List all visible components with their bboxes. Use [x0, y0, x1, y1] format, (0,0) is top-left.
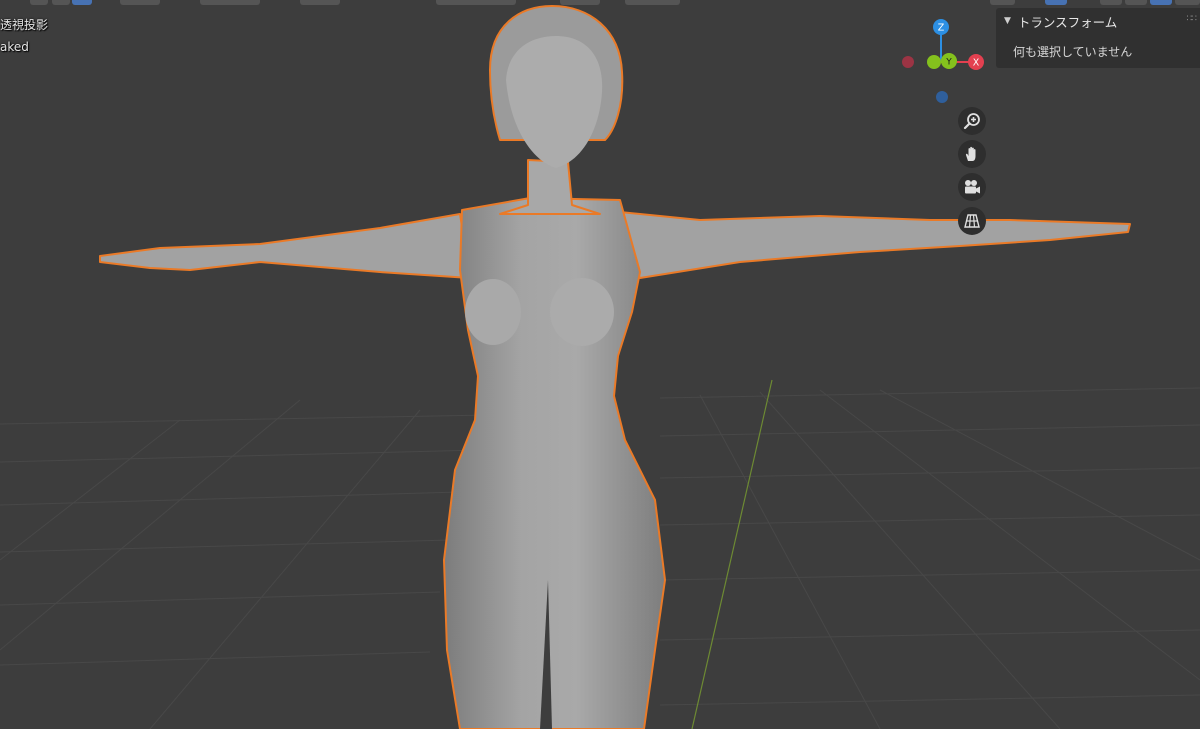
- navigation-gizmo[interactable]: Y Z X: [896, 14, 992, 110]
- toolbar-button[interactable]: [1175, 0, 1200, 5]
- toolbar-button[interactable]: [30, 0, 48, 5]
- axis-x-label: X: [973, 58, 980, 69]
- toolbar-button[interactable]: [1100, 0, 1122, 5]
- axis-y-neg-dot: [927, 55, 941, 69]
- view-projection-label: 透視投影: [0, 18, 49, 32]
- toolbar-button[interactable]: [990, 0, 1015, 5]
- transform-panel-title: トランスフォーム: [1017, 14, 1118, 30]
- axis-y-label: Y: [945, 58, 952, 68]
- toolbar-button[interactable]: [200, 0, 260, 5]
- toolbar-button[interactable]: [1150, 0, 1172, 5]
- axis-z-label: Z: [938, 23, 945, 34]
- triangle-down-icon: ▼: [1004, 16, 1011, 26]
- toolbar-button[interactable]: [300, 0, 340, 5]
- nothing-selected-message: 何も選択していません: [1013, 45, 1133, 59]
- toolbar-button[interactable]: [72, 0, 92, 5]
- toolbar-button[interactable]: [625, 0, 680, 5]
- grid-ortho-icon[interactable]: [958, 207, 986, 235]
- toolbar-button[interactable]: [120, 0, 160, 5]
- collection-object-label: aked: [0, 40, 29, 54]
- axis-neg-x-dot: [902, 56, 914, 68]
- toolbar-button[interactable]: [52, 0, 70, 5]
- transform-panel-header[interactable]: ▼ トランスフォーム: [1004, 12, 1117, 30]
- zoom-in-icon[interactable]: [958, 107, 986, 135]
- drag-grip-icon[interactable]: ∷∷: [1187, 14, 1198, 24]
- axis-neg-z-dot: [936, 91, 948, 103]
- toolbar-button[interactable]: [1125, 0, 1147, 5]
- sidebar-n-panel: ▼ トランスフォーム ∷∷ 何も選択していません: [996, 8, 1200, 68]
- viewport-header-toolbar: [0, 0, 1200, 6]
- toolbar-button[interactable]: [436, 0, 516, 5]
- camera-icon[interactable]: [958, 173, 986, 201]
- 3d-viewport[interactable]: 透視投影 aked Y Z X ▼ トランスフォーム ∷∷ 何も選択していません: [0, 0, 1200, 729]
- y-axis-line: [691, 379, 773, 729]
- hand-pan-icon[interactable]: [958, 140, 986, 168]
- toolbar-button[interactable]: [560, 0, 600, 5]
- toolbar-button[interactable]: [1045, 0, 1067, 5]
- scene-canvas[interactable]: [0, 0, 1200, 729]
